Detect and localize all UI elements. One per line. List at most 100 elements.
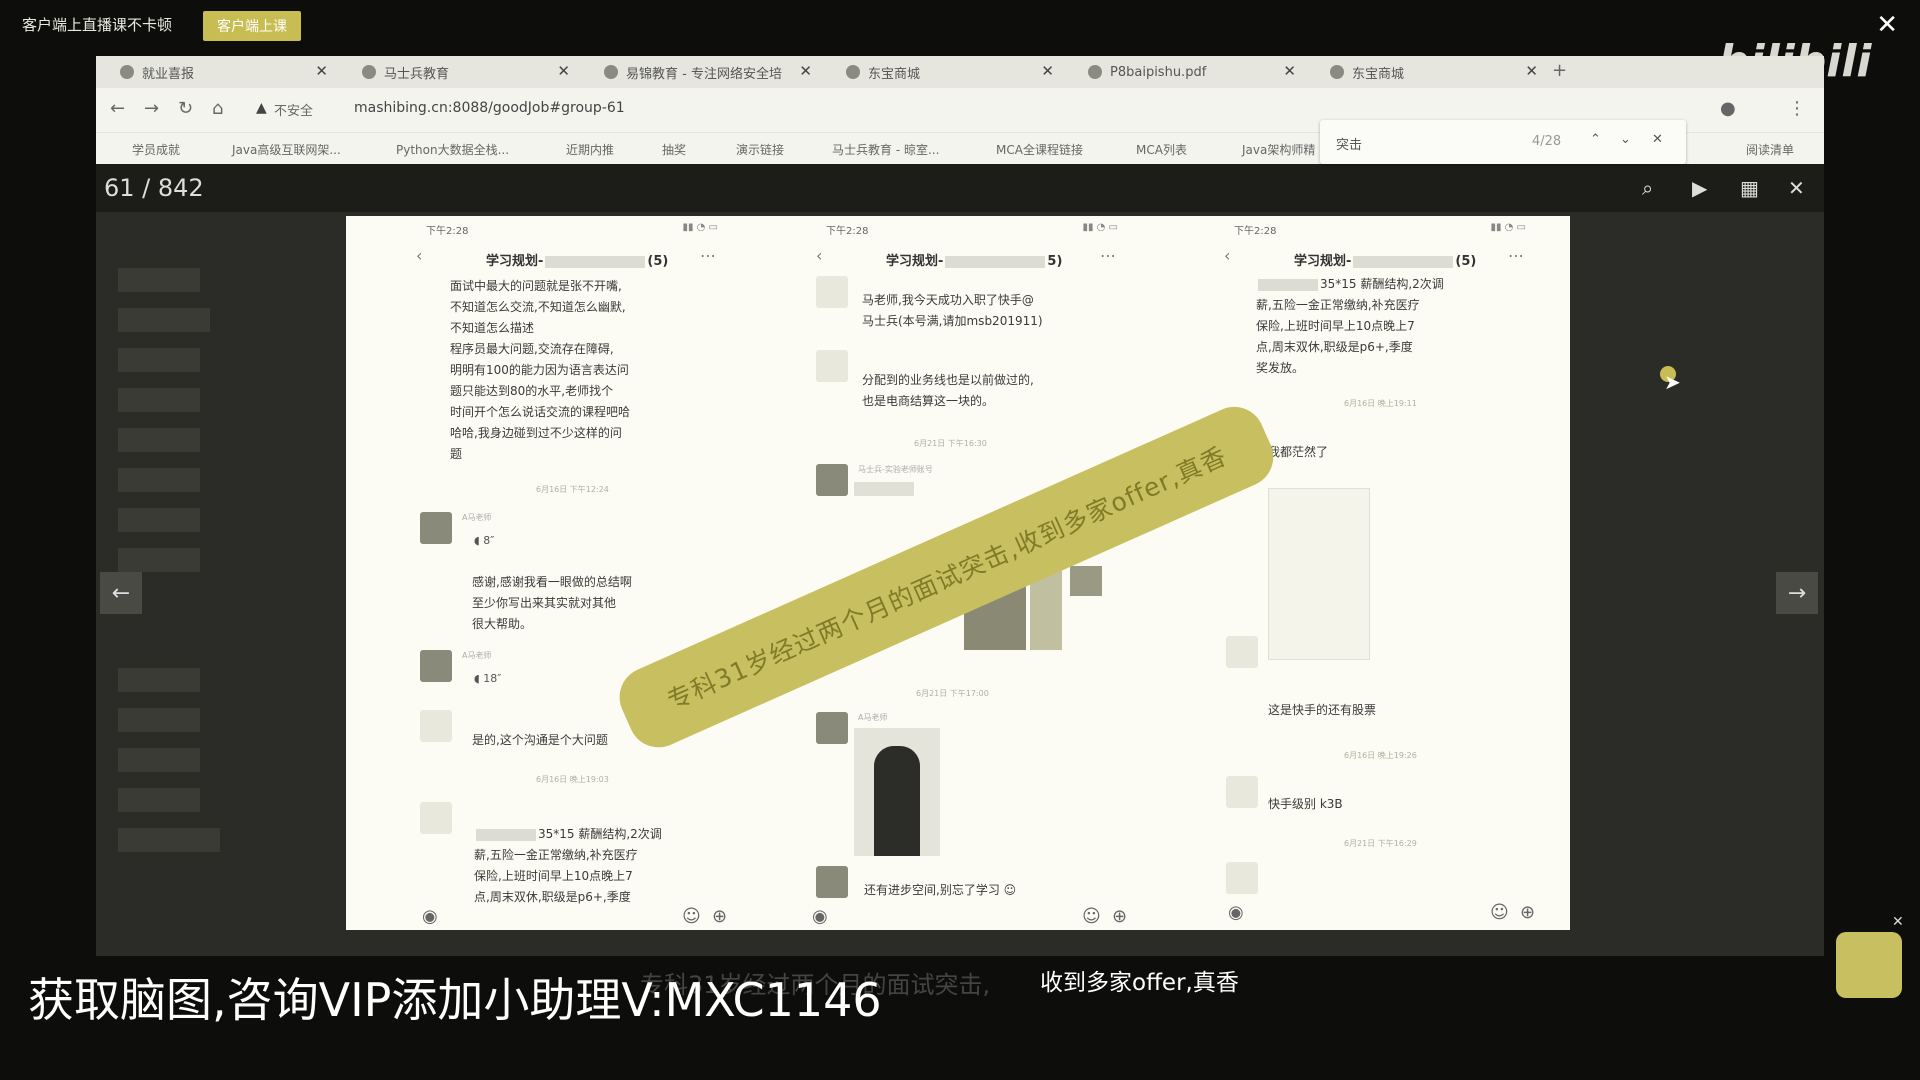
tab-label: P8baipishu.pdf [1110, 64, 1207, 80]
message-text: 感谢,感谢我看一眼做的总结啊 至少你写出来其实就对其他 很大帮助。 [472, 575, 632, 631]
bookmark-item[interactable]: 马士兵教育 - 晾室... [832, 141, 939, 158]
plus-icon: ⊕ [712, 906, 728, 927]
bookmark-item[interactable]: 抽奖 [662, 141, 686, 158]
message-text: 是的,这个沟通是个大问题 [472, 733, 608, 747]
new-tab-icon[interactable]: + [1552, 60, 1567, 81]
tab-mashibing[interactable]: 马士兵教育 ✕ [348, 56, 580, 88]
message-text: 35*15 薪酬结构,2次调 薪,五险一金正常缴纳,补充医疗 保险,上班时间早上10… [474, 827, 662, 904]
close-icon[interactable]: ✕ [1876, 10, 1898, 40]
avatar [420, 710, 452, 742]
bookmark-item[interactable]: 近期内推 [566, 141, 614, 158]
close-icon[interactable]: ✕ [1041, 62, 1054, 80]
grid-icon[interactable]: ▦ [1740, 176, 1759, 200]
page-icon [1330, 65, 1344, 79]
client-class-button[interactable]: 客户端上课 [203, 11, 301, 41]
forward-icon[interactable]: → [144, 98, 159, 119]
find-count: 4/28 [1532, 134, 1562, 149]
prev-arrow-icon[interactable]: ← [100, 572, 142, 614]
menu-icon[interactable]: ⋮ [1788, 98, 1806, 119]
page-icon [846, 65, 860, 79]
ghost-block [118, 748, 200, 772]
close-icon[interactable]: ✕ [799, 62, 812, 80]
sender-name: A马老师 [462, 651, 492, 660]
play-icon[interactable]: ▶ [1692, 176, 1707, 200]
back-icon: ‹ [416, 246, 423, 265]
more-icon: ⋯ [1508, 246, 1524, 265]
voice-input-icon: ◉ [812, 906, 828, 927]
page-icon [604, 65, 618, 79]
image-message [854, 482, 914, 496]
plus-icon: ⊕ [1112, 906, 1128, 927]
avatar [420, 802, 452, 834]
profile-icon[interactable]: ● [1720, 98, 1736, 119]
voice-message: ◖ 8″ [474, 534, 495, 547]
plus-icon: ⊕ [1520, 902, 1536, 923]
emoji-icon: ☺ [1082, 906, 1101, 927]
close-icon[interactable]: ✕ [315, 62, 328, 80]
chat-title: 学习规划- (5) [486, 254, 669, 269]
reading-list[interactable]: 阅读清单 [1746, 141, 1794, 158]
close-icon[interactable]: ✕ [1525, 62, 1538, 80]
back-icon: ‹ [816, 246, 823, 265]
message-text: 面试中最大的问题就是张不开嘴, 不知道怎么交流,不知道怎么幽默, 不知道怎么描述 程序… [450, 279, 631, 461]
chat-title: 学习规划- (5) [1294, 254, 1477, 269]
avatar [1226, 776, 1258, 808]
tab-pdf[interactable]: P8baipishu.pdf ✕ [1074, 56, 1306, 88]
timestamp: 6月16日 晚上19:11 [1344, 399, 1417, 408]
message-text: 这是快手的还有股票 [1268, 703, 1377, 717]
signal-icon: ▮▮ ◔ ▭ [1490, 222, 1526, 233]
bookmark-item[interactable]: Java高级互联网架... [232, 141, 341, 158]
back-icon[interactable]: ← [110, 98, 125, 119]
emoji-icon: ☺ [1490, 902, 1509, 923]
next-arrow-icon[interactable]: → [1776, 572, 1818, 614]
close-icon[interactable]: ✕ [1788, 176, 1805, 200]
message-text: 快手级别 k3B [1268, 797, 1343, 811]
bookmark-item[interactable]: Python大数据全栈... [396, 141, 509, 158]
tab-dongbao-2[interactable]: 东宝商城 ✕ [1316, 56, 1548, 88]
search-icon[interactable]: ⌕ [1642, 176, 1653, 200]
reload-icon[interactable]: ↻ [178, 98, 193, 119]
bookmark-item[interactable]: MCA全课程链接 [996, 141, 1083, 158]
url-input[interactable]: mashibing.cn:8088/goodJob#group-61 [354, 100, 625, 116]
ghost-block [118, 468, 200, 492]
chevron-down-icon[interactable]: ⌄ [1620, 132, 1631, 147]
timestamp: 6月21日 下午17:00 [916, 689, 989, 698]
find-input[interactable]: 突击 [1336, 134, 1362, 153]
bookmark-item[interactable]: 演示链接 [736, 141, 784, 158]
page-icon [1088, 65, 1102, 79]
warning-icon: ▲ [256, 100, 267, 116]
bookmark-item[interactable]: MCA列表 [1136, 141, 1187, 158]
timestamp: 6月16日 晚上19:26 [1344, 751, 1417, 760]
tab-label: 就业喜报 [142, 66, 195, 82]
message-text: 我都茫然了 [1268, 445, 1329, 459]
status-time: 下午2:28 [1234, 226, 1277, 237]
bookmark-item[interactable]: Java架构师精 [1242, 141, 1315, 158]
tab-jobs[interactable]: 就业喜报 ✕ [106, 56, 338, 88]
message-text: 还有进步空间,别忘了学习 ☺ [864, 883, 1017, 897]
chat-screenshot-3: 下午2:28 ▮▮ ◔ ▭ ‹ 学习规划- (5) ⋯ 35*15 薪酬结构,2次… [1154, 216, 1554, 930]
pdf-toolbar: 61 / 842 ⌕ ▶ ▦ ✕ [96, 164, 1824, 212]
close-icon[interactable]: ✕ [557, 62, 570, 80]
tab-label: 东宝商城 [868, 66, 921, 82]
avatar [420, 512, 452, 544]
person-photo [874, 746, 920, 856]
home-icon[interactable]: ⌂ [212, 98, 223, 119]
mouse-cursor-icon: ➤ [1664, 370, 1681, 394]
tab-yijin[interactable]: 易锦教育 - 专注网络安全培 ✕ [590, 56, 822, 88]
avatar [816, 464, 848, 496]
tab-dongbao[interactable]: 东宝商城 ✕ [832, 56, 1064, 88]
timestamp: 6月16日 下午12:24 [536, 485, 609, 494]
image-message [854, 728, 940, 856]
bookmark-item[interactable]: 学员成就 [132, 141, 180, 158]
timestamp: 6月16日 晚上19:03 [536, 775, 609, 784]
chevron-up-icon[interactable]: ⌃ [1590, 132, 1601, 147]
subtitle: 收到多家offer,真香 [1040, 970, 1239, 996]
close-icon[interactable]: ✕ [1283, 62, 1296, 80]
message-text: 35*15 薪酬结构,2次调 薪,五险一金正常缴纳,补充医疗 保险,上班时间早上10… [1256, 277, 1444, 375]
mascot-widget[interactable] [1836, 932, 1902, 998]
page-counter: 61 / 842 [104, 174, 204, 202]
avatar [420, 650, 452, 682]
close-icon[interactable]: ✕ [1652, 132, 1663, 147]
close-icon[interactable]: ✕ [1892, 914, 1904, 930]
ghost-block [118, 348, 200, 372]
